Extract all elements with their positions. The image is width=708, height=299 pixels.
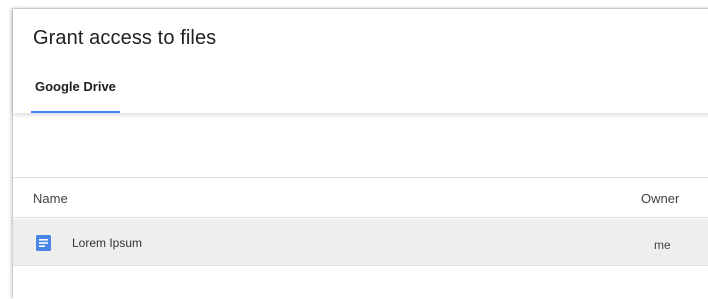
column-header-owner[interactable]: Owner bbox=[641, 191, 679, 206]
dialog-title: Grant access to files bbox=[33, 27, 217, 49]
dialog-header: Grant access to files Google Drive bbox=[13, 9, 708, 113]
table-header: Name Owner bbox=[13, 177, 708, 218]
google-docs-icon bbox=[36, 235, 51, 251]
tab-google-drive-label: Google Drive bbox=[35, 79, 116, 94]
file-list-panel: Name Owner Lorem Ipsum me bbox=[13, 113, 708, 299]
grant-access-dialog: Grant access to files Google Drive Name … bbox=[12, 8, 708, 299]
tab-google-drive[interactable]: Google Drive bbox=[31, 65, 120, 113]
column-header-name[interactable]: Name bbox=[33, 191, 68, 206]
file-name: Lorem Ipsum bbox=[72, 236, 143, 250]
tab-active-indicator bbox=[31, 111, 120, 113]
table-row[interactable]: Lorem Ipsum me bbox=[13, 219, 708, 266]
file-owner: me bbox=[654, 238, 671, 252]
